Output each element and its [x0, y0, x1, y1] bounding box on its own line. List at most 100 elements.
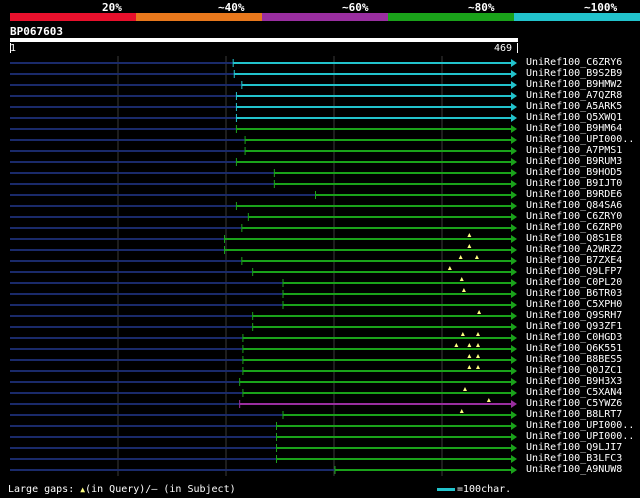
hit-label[interactable]: UniRef100_B9RDE6: [526, 189, 622, 200]
hit-label[interactable]: UniRef100_C6ZRY0: [526, 211, 622, 222]
hit-label[interactable]: UniRef100_Q0JZC1: [526, 365, 622, 376]
scale-text: =100char.: [457, 484, 512, 495]
hit-arrow-icon: [511, 158, 517, 166]
hit-label[interactable]: UniRef100_B8LRT7: [526, 409, 622, 420]
gap-triangle-icon: [467, 365, 472, 369]
hit-arrow-icon: [511, 191, 517, 199]
hit-label[interactable]: UniRef100_B9RUM3: [526, 156, 622, 167]
gap-triangle-icon: [476, 365, 480, 369]
hit-arrow-icon: [511, 114, 517, 122]
hit-arrow-icon: [511, 378, 517, 386]
hit-label[interactable]: UniRef100_A7PMS1: [526, 145, 622, 156]
gap-triangle-icon: [474, 255, 479, 259]
hit-label[interactable]: UniRef100_A2WRZ2: [526, 244, 622, 255]
hit-label[interactable]: UniRef100_B3LFC3: [526, 453, 622, 464]
hit-label[interactable]: UniRef100_Q93ZF1: [526, 321, 622, 332]
hit-label[interactable]: UniRef100_B9HM64: [526, 123, 622, 134]
hit-arrow-icon: [511, 202, 517, 210]
gap-triangle-icon: [460, 332, 465, 336]
hit-arrow-icon: [511, 59, 517, 67]
hit-label[interactable]: UniRef100_UPI000..: [526, 134, 634, 145]
gap-triangle-icon: [476, 332, 480, 336]
gap-triangle-icon: [454, 343, 459, 347]
hit-arrow-icon: [511, 224, 517, 232]
large-gaps-legend: Large gaps: ▲(in Query)/— (in Subject): [8, 484, 236, 495]
hit-arrow-icon: [511, 246, 517, 254]
hit-label[interactable]: UniRef100_C0HGD3: [526, 332, 622, 343]
hit-label[interactable]: UniRef100_Q9SRH7: [526, 310, 622, 321]
hit-label[interactable]: UniRef100_A5ARK5: [526, 101, 622, 112]
gap-triangle-icon: [467, 233, 472, 237]
in-subject-label: — (in Subject): [151, 484, 236, 495]
hit-label[interactable]: UniRef100_B9IJT0: [526, 178, 622, 189]
hit-arrow-icon: [511, 455, 517, 463]
hit-arrow-icon: [511, 422, 517, 430]
hit-arrow-icon: [511, 70, 517, 78]
hit-arrow-icon: [511, 92, 517, 100]
hit-arrow-icon: [511, 257, 517, 265]
hit-label[interactable]: UniRef100_C5XPH0: [526, 299, 622, 310]
gap-triangle-icon: [476, 343, 480, 347]
gap-triangle-icon: [447, 266, 452, 270]
scale-sample-bar: [437, 487, 455, 491]
hit-label[interactable]: UniRef100_B6TR03: [526, 288, 622, 299]
hit-label[interactable]: UniRef100_UPI000..: [526, 420, 634, 431]
hit-arrow-icon: [511, 444, 517, 452]
hit-arrow-icon: [511, 279, 517, 287]
hit-label[interactable]: UniRef100_C5YWZ6: [526, 398, 622, 409]
hit-arrow-icon: [511, 213, 517, 221]
hit-label[interactable]: UniRef100_C6ZRP0: [526, 222, 622, 233]
hit-label[interactable]: UniRef100_A7QZR8: [526, 90, 622, 101]
hit-arrow-icon: [511, 169, 517, 177]
hit-arrow-icon: [511, 466, 517, 474]
hit-label[interactable]: UniRef100_Q6K551: [526, 343, 622, 354]
gap-triangle-icon: [476, 354, 480, 358]
hit-label[interactable]: UniRef100_B8BES5: [526, 354, 622, 365]
hit-arrow-icon: [511, 125, 517, 133]
large-gaps-prefix: Large gaps:: [8, 484, 75, 495]
hit-arrow-icon: [511, 334, 517, 342]
hit-arrow-icon: [511, 323, 517, 331]
hit-label[interactable]: UniRef100_Q9LFP7: [526, 266, 622, 277]
hit-arrow-icon: [511, 180, 517, 188]
hit-arrow-icon: [511, 301, 517, 309]
hit-label[interactable]: UniRef100_B9HMW2: [526, 79, 622, 90]
hit-arrow-icon: [511, 81, 517, 89]
hit-label[interactable]: UniRef100_C5XAN4: [526, 387, 622, 398]
hit-arrow-icon: [511, 268, 517, 276]
hit-arrow-icon: [511, 312, 517, 320]
hit-label[interactable]: UniRef100_Q8S1E8: [526, 233, 622, 244]
gap-triangle-icon: [463, 387, 467, 391]
hit-label[interactable]: UniRef100_B9HOD5: [526, 167, 622, 178]
hit-label[interactable]: UniRef100_UPI000..: [526, 431, 634, 442]
hit-arrow-icon: [511, 400, 517, 408]
hit-arrow-icon: [511, 103, 517, 111]
hit-label[interactable]: UniRef100_Q9LJI7: [526, 442, 622, 453]
in-query-label: (in Query)/: [85, 484, 152, 495]
gap-triangle-icon: [459, 277, 464, 281]
hit-arrow-icon: [511, 345, 517, 353]
gap-triangle-icon: [458, 255, 463, 259]
hit-arrow-icon: [511, 411, 517, 419]
hit-arrow-icon: [511, 389, 517, 397]
hit-label[interactable]: UniRef100_C0PL20: [526, 277, 622, 288]
gap-triangle-icon: [459, 409, 464, 413]
hit-label[interactable]: UniRef100_B7ZXE4: [526, 255, 622, 266]
gap-triangle-icon: [486, 398, 491, 402]
hit-label[interactable]: UniRef100_Q5XWQ1: [526, 112, 622, 123]
hit-label[interactable]: UniRef100_B9H3X3: [526, 376, 622, 387]
gap-triangle-icon: [477, 310, 482, 314]
hit-label[interactable]: UniRef100_C6ZRY6: [526, 57, 622, 68]
hit-arrow-icon: [511, 235, 517, 243]
scale-legend: =100char.: [437, 484, 511, 495]
hit-arrow-icon: [511, 367, 517, 375]
gap-triangle-icon: [467, 244, 472, 248]
hit-label[interactable]: UniRef100_A9NUW8: [526, 464, 622, 475]
hit-arrow-icon: [511, 136, 517, 144]
gap-triangle-icon: [461, 288, 466, 292]
gap-triangle-icon: [467, 354, 472, 358]
hit-arrow-icon: [511, 147, 517, 155]
hit-label[interactable]: UniRef100_Q84SA6: [526, 200, 622, 211]
hit-label[interactable]: UniRef100_B9S2B9: [526, 68, 622, 79]
hit-arrow-icon: [511, 433, 517, 441]
